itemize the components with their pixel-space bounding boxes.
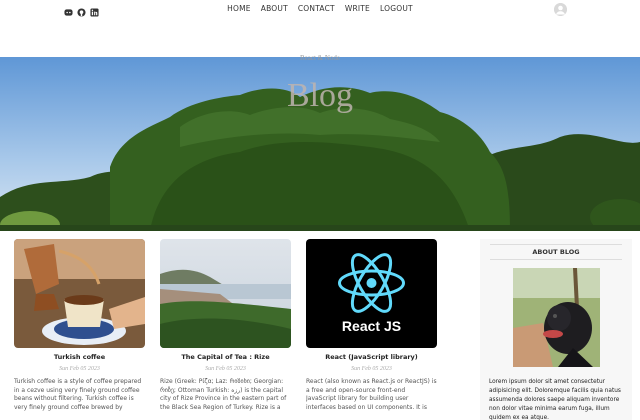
nav-logout[interactable]: LOGOUT: [380, 4, 413, 13]
post-card[interactable]: The Capital of Tea : Rize Sun Feb 05 202…: [160, 239, 291, 412]
post-image[interactable]: [160, 239, 291, 348]
nav-about[interactable]: ABOUT: [261, 4, 288, 13]
sidebar-image: [512, 268, 600, 367]
rize-city-image: [160, 239, 291, 348]
post-date: Sun Feb 05 2023: [351, 366, 392, 372]
post-image[interactable]: [14, 239, 145, 348]
nav-write[interactable]: WRITE: [345, 4, 370, 13]
react-logo-text: React JS: [342, 318, 401, 334]
post-title[interactable]: Turkish coffee: [14, 353, 145, 361]
post-excerpt: Turkish coffee is a style of coffee prep…: [14, 378, 142, 411]
user-avatar-icon[interactable]: [554, 3, 567, 16]
turkish-coffee-image: [14, 239, 145, 348]
top-bar: HOME ABOUT CONTACT WRITE LOGOUT: [0, 0, 640, 22]
header-subtitle: React & Node: [299, 54, 341, 62]
post-date: Sun Feb 05 2023: [205, 366, 246, 372]
sidebar: ABOUT BLOG Lorem ipsum dolor sit amet co…: [480, 239, 632, 420]
sidebar-title: ABOUT BLOG: [490, 244, 622, 260]
nav-contact[interactable]: CONTACT: [298, 4, 335, 13]
post-card[interactable]: React JS React (JavaScript library) Sun …: [306, 239, 437, 412]
post-excerpt: React (also known as React.js or ReactJS…: [306, 378, 437, 411]
main-nav: HOME ABOUT CONTACT WRITE LOGOUT: [0, 4, 640, 13]
post-excerpt: Rize (Greek: Ρίζα; Laz: რიზინი; Georgian…: [160, 378, 287, 411]
post-title[interactable]: The Capital of Tea : Rize: [160, 353, 291, 361]
header-title: Blog: [286, 77, 354, 114]
dog-photo-image: [512, 268, 600, 367]
post-card[interactable]: Turkish coffee Sun Feb 05 2023 Turkish c…: [14, 239, 145, 412]
post-image[interactable]: React JS: [306, 239, 437, 348]
nav-home[interactable]: HOME: [227, 4, 251, 13]
header-titles: React & Node: [0, 54, 640, 62]
post-list: Turkish coffee Sun Feb 05 2023 Turkish c…: [14, 239, 437, 412]
post-date: Sun Feb 05 2023: [59, 366, 100, 372]
sidebar-text: Lorem ipsum dolor sit amet consectetur a…: [489, 379, 621, 420]
post-title[interactable]: React (JavaScript library): [306, 353, 437, 361]
react-logo-image: React JS: [306, 239, 437, 348]
